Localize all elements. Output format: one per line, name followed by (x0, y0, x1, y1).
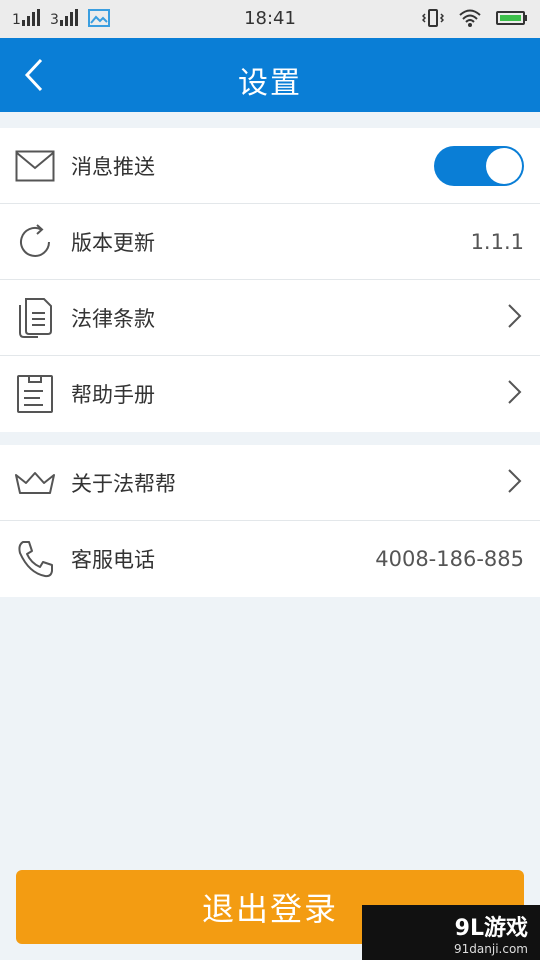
setting-row-about[interactable]: 关于法帮帮 (0, 445, 540, 521)
refresh-icon (14, 221, 56, 263)
setting-row-push: 消息推送 (0, 128, 540, 204)
phone-icon (14, 538, 56, 580)
setting-label-about: 关于法帮帮 (71, 471, 176, 496)
status-right-icons (421, 8, 528, 32)
chevron-right-icon (506, 379, 522, 409)
vibrate-icon (421, 8, 445, 32)
setting-row-manual[interactable]: 帮助手册 (0, 356, 540, 432)
chevron-right-icon (506, 468, 522, 498)
setting-row-phone[interactable]: 客服电话 4008-186-885 (0, 521, 540, 597)
setting-label-version: 版本更新 (71, 230, 155, 255)
toggle-knob (486, 147, 522, 184)
wifi-icon (458, 8, 482, 32)
push-toggle[interactable] (434, 145, 524, 186)
documents-icon (14, 297, 56, 339)
watermark-main: 9L游戏 (454, 915, 528, 941)
setting-label-legal: 法律条款 (71, 306, 155, 331)
manual-icon (14, 373, 56, 415)
crown-icon (14, 462, 56, 504)
chevron-right-icon (506, 303, 522, 333)
setting-label-manual: 帮助手册 (71, 383, 155, 407)
setting-label-phone: 客服电话 (71, 548, 155, 572)
envelope-icon (14, 145, 56, 187)
setting-row-version[interactable]: 版本更新 1.1.1 (0, 204, 540, 280)
status-bar: 1 3 18:41 (0, 0, 540, 38)
app-header: 设置 (0, 38, 540, 112)
settings-group-1: 消息推送 版本更新 1.1.1 法律条款 帮助手册 (0, 128, 540, 432)
settings-group-2: 关于法帮帮 客服电话 4008-186-885 (0, 445, 540, 597)
battery-icon (496, 8, 528, 32)
service-phone-number[interactable]: 4008-186-885 (375, 547, 524, 571)
version-value: 1.1.1 (470, 229, 524, 254)
watermark: 9L游戏 91danji.com (362, 905, 540, 960)
page-title: 设置 (238, 66, 302, 101)
setting-row-legal[interactable]: 法律条款 (0, 280, 540, 356)
setting-label-push: 消息推送 (71, 154, 155, 179)
watermark-sub: 91danji.com (454, 941, 528, 956)
